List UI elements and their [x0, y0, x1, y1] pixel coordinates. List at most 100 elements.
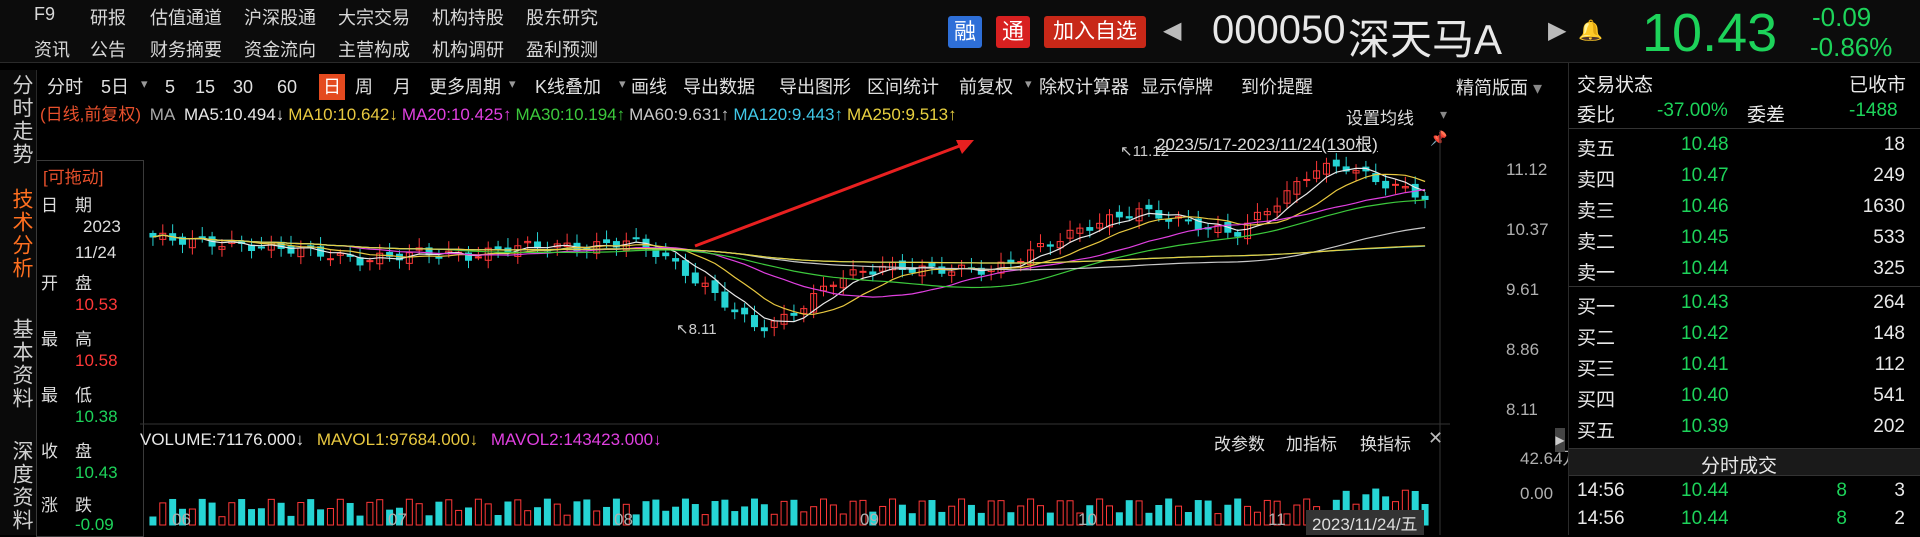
nav-basic-info[interactable]: 基本资料: [0, 318, 36, 410]
toolbar-item-3[interactable]: 5: [165, 74, 175, 100]
margin-badge[interactable]: 融: [948, 16, 982, 48]
volume-bar: [938, 511, 946, 526]
asks-volume: 18: [1883, 134, 1905, 155]
toolbar-item-10[interactable]: 更多周期: [429, 74, 501, 100]
edit-params-button[interactable]: 改参数: [1214, 430, 1265, 455]
panel-collapse-handle[interactable]: ▶: [1555, 428, 1565, 452]
menu-item-13[interactable]: 机构调研: [432, 36, 504, 62]
volume-bar: [672, 506, 680, 526]
bids-row[interactable]: 买一 10.43 264: [1569, 290, 1909, 320]
menu-item-6[interactable]: 机构持股: [432, 4, 504, 30]
toolbar-item-13[interactable]: 导出数据: [683, 74, 755, 100]
candle-body: [928, 262, 936, 267]
asks-row[interactable]: 卖四 10.47 249: [1569, 163, 1909, 193]
toolbar-item-4[interactable]: 15: [195, 74, 215, 100]
menu-item-1[interactable]: F9: [34, 4, 55, 25]
bids-row[interactable]: 买二 10.42 148: [1569, 321, 1909, 351]
asks-label: 卖一: [1577, 263, 1616, 284]
asks-label: 卖四: [1577, 170, 1616, 191]
toolbar-item-18[interactable]: 显示停牌: [1141, 74, 1213, 100]
nav-intraday[interactable]: 分时走势: [0, 74, 36, 166]
bids-price: 10.39: [1681, 416, 1729, 437]
volume-bar: [928, 500, 936, 526]
candle-body: [287, 245, 295, 254]
prev-stock-icon[interactable]: ◀: [1163, 16, 1181, 45]
volume-bar: [1027, 498, 1035, 526]
ma-item-7: MA250:9.513↑: [846, 105, 957, 124]
menu-item-11[interactable]: 资金流向: [244, 36, 316, 62]
dropdown-chevron-icon[interactable]: ▾: [1025, 76, 1032, 92]
menu-item-3[interactable]: 估值通道: [150, 4, 222, 30]
toolbar-item-12[interactable]: 画线: [631, 74, 667, 100]
bids-row[interactable]: 买四 10.40 541: [1569, 383, 1909, 413]
menu-item-10[interactable]: 财务摘要: [150, 36, 222, 62]
toolbar-item-14[interactable]: 导出图形: [779, 74, 851, 100]
candle-body: [741, 307, 749, 315]
settings-dropdown-icon[interactable]: ▾: [1440, 106, 1447, 123]
toolbar-item-7[interactable]: 日: [319, 74, 345, 100]
x-axis-tick: 10: [1078, 510, 1097, 529]
toolbar-item-19[interactable]: 到价提醒: [1241, 74, 1313, 100]
volume-bar: [691, 504, 699, 526]
volume-bar: [839, 513, 847, 526]
menu-item-14[interactable]: 盈利预测: [526, 36, 598, 62]
dropdown-chevron-icon[interactable]: ▾: [619, 76, 626, 92]
tick-time: 14:56: [1577, 508, 1625, 529]
trade-status-value: 已收市: [1849, 75, 1907, 96]
candle-body: [731, 309, 739, 313]
simple-mode-button[interactable]: 精简版面 ▾: [1456, 74, 1542, 100]
menu-item-5[interactable]: 大宗交易: [338, 4, 410, 30]
bids-label: 买四: [1577, 390, 1616, 411]
toolbar-item-6[interactable]: 60: [277, 74, 297, 100]
volume-bar: [721, 499, 729, 526]
volume-bar: [159, 502, 167, 526]
x-axis-tick: 07: [388, 510, 407, 529]
candle-body: [1086, 227, 1094, 231]
toolbar-item-2[interactable]: 5日: [101, 74, 129, 100]
kline-chart[interactable]: ↖11.12 ↖8.11: [140, 130, 1450, 535]
bids-row[interactable]: 买五 10.39 202: [1569, 414, 1909, 444]
volume-bar: [1155, 504, 1163, 526]
switch-indicator-button[interactable]: 换指标: [1360, 430, 1411, 455]
menu-item-9[interactable]: 公告: [90, 36, 126, 62]
volume-bar: [553, 503, 561, 526]
high-annotation: ↖11.12: [1120, 143, 1169, 160]
toolbar-item-9[interactable]: 月: [393, 74, 411, 100]
close-indicator-icon[interactable]: ✕: [1428, 428, 1443, 449]
asks-row[interactable]: 卖三 10.46 1630: [1569, 194, 1909, 224]
toolbar-item-8[interactable]: 周: [355, 74, 373, 100]
menu-item-7[interactable]: 股东研究: [526, 4, 598, 30]
dropdown-chevron-icon[interactable]: ▾: [141, 76, 148, 92]
asks-row[interactable]: 卖一 10.44 325: [1569, 256, 1909, 286]
candle-body: [198, 236, 206, 239]
toolbar-item-17[interactable]: 除权计算器: [1039, 74, 1129, 100]
nav-deep-info[interactable]: 深度资料: [0, 440, 36, 532]
menu-item-8[interactable]: 资讯: [34, 36, 70, 62]
toolbar-item-1[interactable]: 分时: [47, 74, 83, 100]
asks-volume: 249: [1873, 165, 1905, 186]
bids-price: 10.40: [1681, 385, 1729, 406]
ma-settings-button[interactable]: 设置均线: [1346, 104, 1414, 129]
bids-row[interactable]: 买三 10.41 112: [1569, 352, 1909, 382]
next-stock-icon[interactable]: ▶: [1548, 16, 1566, 45]
high-value: 10.58: [75, 351, 118, 370]
menu-item-2[interactable]: 研报: [90, 4, 126, 30]
nav-technical[interactable]: 技术分析: [0, 188, 36, 280]
add-favorite-button[interactable]: 加入自选: [1044, 16, 1146, 48]
menu-item-12[interactable]: 主营构成: [338, 36, 410, 62]
toolbar-item-16[interactable]: 前复权: [959, 74, 1013, 100]
connect-badge[interactable]: 通: [996, 16, 1030, 48]
asks-row[interactable]: 卖五 10.48 18: [1569, 132, 1909, 162]
asks-row[interactable]: 卖二 10.45 533: [1569, 225, 1909, 255]
volume-bar: [445, 499, 453, 526]
bar-info-panel[interactable]: [可拖动] 日 期 2023 11/24 开 盘 10.53 最 高 10.58…: [36, 160, 144, 537]
menu-item-4[interactable]: 沪深股通: [244, 4, 316, 30]
toolbar-item-15[interactable]: 区间统计: [867, 74, 939, 100]
add-indicator-button[interactable]: 加指标: [1286, 430, 1337, 455]
toolbar-item-5[interactable]: 30: [233, 74, 253, 100]
dropdown-chevron-icon[interactable]: ▾: [509, 76, 516, 92]
mavol1-label: MAVOL1:97684.000↓: [316, 430, 479, 449]
alert-bell-icon[interactable]: 🔔: [1578, 18, 1603, 43]
last-price: 10.43: [1642, 3, 1778, 63]
toolbar-item-11[interactable]: K线叠加: [535, 74, 601, 100]
